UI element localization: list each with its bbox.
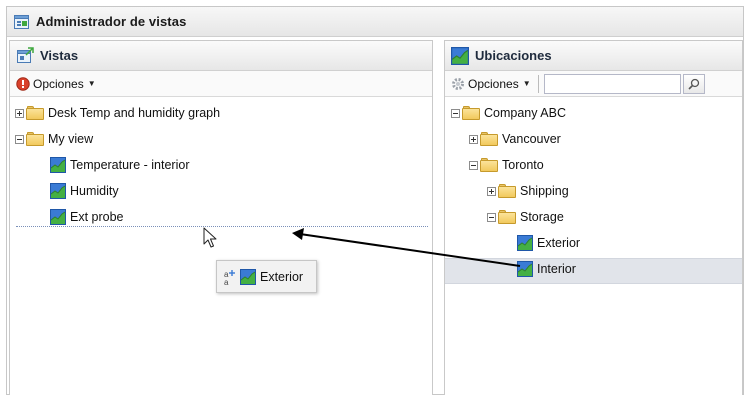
red-options-icon <box>16 76 30 91</box>
tree-node-toronto[interactable]: Toronto <box>445 152 742 178</box>
chart-view-icon <box>50 209 66 225</box>
tree-node-vancouver[interactable]: Vancouver <box>445 126 742 152</box>
views-manager-window: Administrador de vistas Vistas Opciones … <box>6 6 744 395</box>
chart-view-icon <box>50 157 66 173</box>
tree-node-label: Desk Temp and humidity graph <box>48 106 221 120</box>
collapse-minus-icon[interactable] <box>451 108 460 118</box>
views-options-button[interactable]: Opciones ▼ <box>16 77 96 91</box>
chevron-down-icon: ▼ <box>522 79 531 88</box>
window-title: Administrador de vistas <box>36 14 187 29</box>
locations-options-label: Opciones <box>468 76 519 91</box>
tree-node-label: Ext probe <box>70 210 124 224</box>
folder-open-icon <box>480 158 498 172</box>
tree-node-desk-temp[interactable]: Desk Temp and humidity graph <box>10 100 432 126</box>
mouse-pointer-icon <box>203 227 217 249</box>
copy-add-icon: a a <box>223 268 237 287</box>
tree-node-label: Storage <box>520 210 564 224</box>
tree-node-interior[interactable]: Interior <box>445 256 742 282</box>
views-icon <box>16 46 34 65</box>
tree-node-my-view[interactable]: My view <box>10 126 432 152</box>
tree-node-label: My view <box>48 132 94 146</box>
locations-panel: Ubicaciones Opciones ▼ Company ABC Vanco… <box>444 40 743 395</box>
expand-plus-icon[interactable] <box>469 134 478 144</box>
tree-node-exterior[interactable]: Exterior <box>445 230 742 256</box>
tree-node-storage[interactable]: Storage <box>445 204 742 230</box>
folder-open-icon <box>462 106 480 120</box>
drop-indicator-line <box>16 226 428 227</box>
folder-open-icon <box>498 210 516 224</box>
collapse-minus-icon[interactable] <box>487 212 496 222</box>
views-manager-icon <box>13 13 31 31</box>
location-chart-icon <box>240 269 256 285</box>
drag-proxy-label: Exterior <box>260 269 304 284</box>
tree-node-humidity[interactable]: Humidity <box>10 178 432 204</box>
tree-node-label: Exterior <box>537 236 581 250</box>
locations-options-button[interactable]: Opciones ▼ <box>451 77 531 91</box>
locations-panel-header: Ubicaciones <box>445 41 742 71</box>
expand-plus-icon[interactable] <box>15 108 24 118</box>
magnifier-icon <box>688 78 700 90</box>
expand-plus-icon[interactable] <box>487 186 496 196</box>
tree-node-label: Shipping <box>520 184 569 198</box>
location-chart-icon <box>451 47 469 65</box>
tree-node-label: Company ABC <box>484 106 566 120</box>
views-toolbar: Opciones ▼ <box>10 71 432 97</box>
tree-node-label: Vancouver <box>502 132 561 146</box>
collapse-minus-icon[interactable] <box>15 134 24 144</box>
views-panel-header: Vistas <box>10 41 432 71</box>
tree-node-label: Interior <box>537 262 576 276</box>
views-panel-title: Vistas <box>40 48 79 63</box>
tree-node-temperature-interior[interactable]: Temperature - interior <box>10 152 432 178</box>
tree-node-shipping[interactable]: Shipping <box>445 178 742 204</box>
search-input[interactable] <box>543 73 681 94</box>
folder-open-icon <box>26 132 44 146</box>
folder-icon <box>26 106 44 120</box>
views-panel: Vistas Opciones ▼ Desk Temp and humidity… <box>9 40 433 395</box>
chart-view-icon <box>50 183 66 199</box>
collapse-minus-icon[interactable] <box>469 160 478 170</box>
tree-node-company-abc[interactable]: Company ABC <box>445 100 742 126</box>
locations-panel-title: Ubicaciones <box>475 48 552 63</box>
gear-icon <box>451 77 465 91</box>
toolbar-separator <box>537 74 539 93</box>
svg-text:a: a <box>224 278 229 286</box>
chevron-down-icon: ▼ <box>87 79 96 88</box>
locations-tree: Company ABC Vancouver Toronto Shipping S <box>445 97 742 282</box>
locations-toolbar: Opciones ▼ <box>445 71 742 97</box>
title-bar: Administrador de vistas <box>7 7 743 37</box>
folder-icon <box>480 132 498 146</box>
tree-node-label: Humidity <box>70 184 119 198</box>
tree-node-label: Toronto <box>502 158 544 172</box>
views-options-label: Opciones <box>33 76 84 91</box>
search-button[interactable] <box>682 73 705 94</box>
folder-icon <box>498 184 516 198</box>
location-chart-icon <box>517 261 533 277</box>
location-chart-icon <box>517 235 533 251</box>
views-tree: Desk Temp and humidity graph My view Tem… <box>10 97 432 230</box>
drag-proxy: a a Exterior <box>216 260 317 293</box>
tree-node-label: Temperature - interior <box>70 158 190 172</box>
